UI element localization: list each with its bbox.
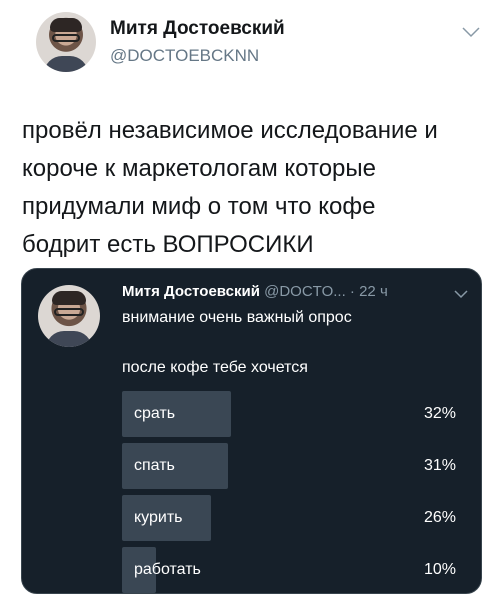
- poll-option-percent: 26%: [423, 509, 456, 526]
- author-handle[interactable]: @DOCTOEBCKNN: [110, 46, 259, 66]
- poll-option-label: срать: [134, 405, 176, 422]
- poll-option[interactable]: работать 10%: [122, 547, 464, 593]
- tweet-header: Митя Достоевский @DOCTOEBCKNN: [0, 0, 504, 90]
- poll-option-percent: 32%: [423, 405, 456, 422]
- poll-option-percent: 31%: [423, 457, 456, 474]
- poll: срать 32% спать 31% курить 26% работать …: [122, 391, 464, 593]
- poll-question: после кофе тебе хочется: [122, 359, 308, 376]
- poll-option-label: спать: [134, 457, 175, 474]
- poll-option-label: работать: [134, 561, 201, 578]
- avatar-hair: [52, 291, 86, 305]
- chevron-down-icon[interactable]: [462, 26, 480, 38]
- poll-option[interactable]: спать 31%: [122, 443, 464, 489]
- author-name[interactable]: Митя Достоевский: [110, 18, 285, 40]
- poll-option[interactable]: срать 32%: [122, 391, 464, 437]
- avatar-shirt: [46, 331, 92, 347]
- quoted-tweet-header: Митя Достоевский @DOCTO... · 22 ч: [122, 283, 472, 300]
- poll-option-percent: 10%: [423, 561, 456, 578]
- separator-dot: ·: [349, 283, 355, 300]
- quoted-author-name[interactable]: Митя Достоевский: [122, 283, 260, 300]
- quoted-tweet-card[interactable]: Митя Достоевский @DOCTO... · 22 ч вниман…: [21, 268, 482, 594]
- timestamp[interactable]: 22 ч: [359, 283, 388, 300]
- poll-option-label: курить: [134, 509, 183, 526]
- avatar[interactable]: [36, 12, 96, 72]
- avatar-glasses: [54, 308, 84, 316]
- poll-option[interactable]: курить 26%: [122, 495, 464, 541]
- avatar-glasses: [52, 34, 80, 42]
- avatar[interactable]: [38, 285, 100, 347]
- avatar-hair: [50, 18, 82, 32]
- avatar-shirt: [44, 56, 88, 72]
- quoted-author-handle[interactable]: @DOCTO...: [264, 283, 346, 300]
- chevron-down-icon[interactable]: [454, 289, 468, 299]
- tweet-text: провёл независимое исследование и короче…: [22, 117, 438, 258]
- quoted-tweet-text: внимание очень важный опрос: [122, 309, 352, 326]
